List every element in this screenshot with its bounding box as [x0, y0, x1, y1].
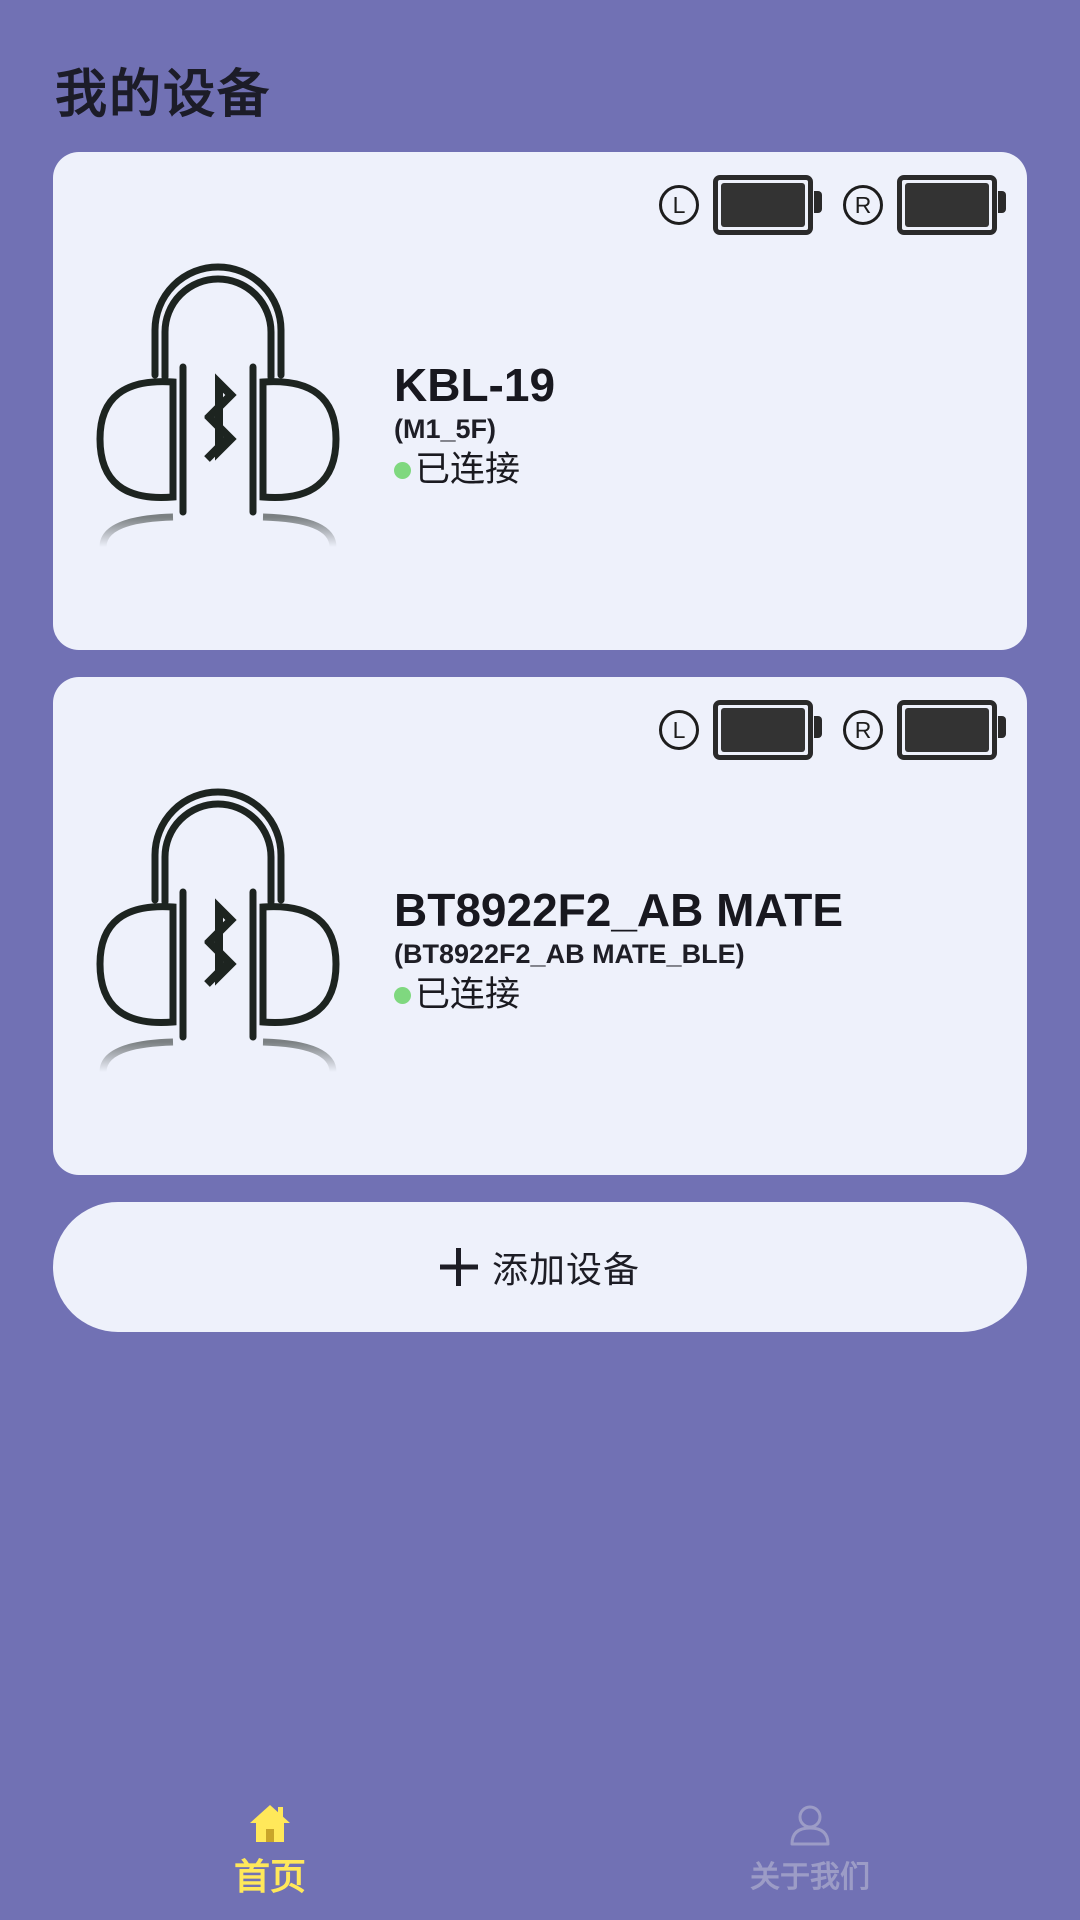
battery-icon: [897, 175, 1006, 235]
nav-item-home[interactable]: 首页: [150, 1802, 390, 1900]
status-text: 已连接: [415, 450, 521, 490]
battery-level: [721, 708, 805, 752]
device-name: KBL-19: [394, 359, 556, 411]
battery-level: [905, 708, 989, 752]
device-card[interactable]: L R: [53, 677, 1027, 1175]
person-icon: [790, 1805, 830, 1846]
device-info: BT8922F2_AB MATE (BT8922F2_AB MATE_BLE) …: [394, 883, 843, 1017]
device-ble-name: (BT8922F2_AB MATE_BLE): [394, 939, 745, 969]
battery-icon: [713, 700, 822, 760]
status-dot-icon: [394, 986, 411, 1004]
nav-label-about: 关于我们: [750, 1860, 870, 1895]
device-ble-name: (M1_5F): [394, 414, 497, 444]
left-badge: L: [659, 185, 699, 225]
bottom-navigation: 首页 关于我们: [0, 1790, 1080, 1920]
status-dot-icon: [394, 461, 411, 479]
connection-status: 已连接: [394, 973, 843, 1017]
bluetooth-headphone-icon: [96, 263, 340, 557]
right-badge: R: [843, 185, 883, 225]
left-earbud-battery: L: [659, 700, 822, 760]
battery-level: [905, 183, 989, 227]
battery-icon: [897, 700, 1006, 760]
add-device-label: 添加设备: [491, 1250, 640, 1291]
home-icon: [250, 1805, 290, 1842]
device-name: BT8922F2_AB MATE: [394, 884, 844, 936]
device-info: KBL-19 (M1_5F) 已连接: [394, 358, 555, 492]
left-badge: L: [659, 710, 699, 750]
nav-label-home: 首页: [233, 1857, 306, 1898]
plus-icon: [439, 1248, 478, 1286]
right-earbud-battery: R: [843, 700, 1006, 760]
battery-status: L R: [659, 175, 1006, 235]
connection-status: 已连接: [394, 448, 555, 492]
bluetooth-headphone-icon: [96, 788, 340, 1082]
battery-level: [721, 183, 805, 227]
add-device-button[interactable]: 添加设备: [53, 1202, 1027, 1332]
nav-item-about[interactable]: 关于我们: [690, 1802, 930, 1896]
battery-icon: [713, 175, 822, 235]
left-earbud-battery: L: [659, 175, 822, 235]
battery-status: L R: [659, 700, 1006, 760]
right-earbud-battery: R: [843, 175, 1006, 235]
right-badge: R: [843, 710, 883, 750]
page-title: 我的设备: [55, 65, 272, 125]
device-card[interactable]: L R: [53, 152, 1027, 650]
status-text: 已连接: [415, 975, 521, 1015]
